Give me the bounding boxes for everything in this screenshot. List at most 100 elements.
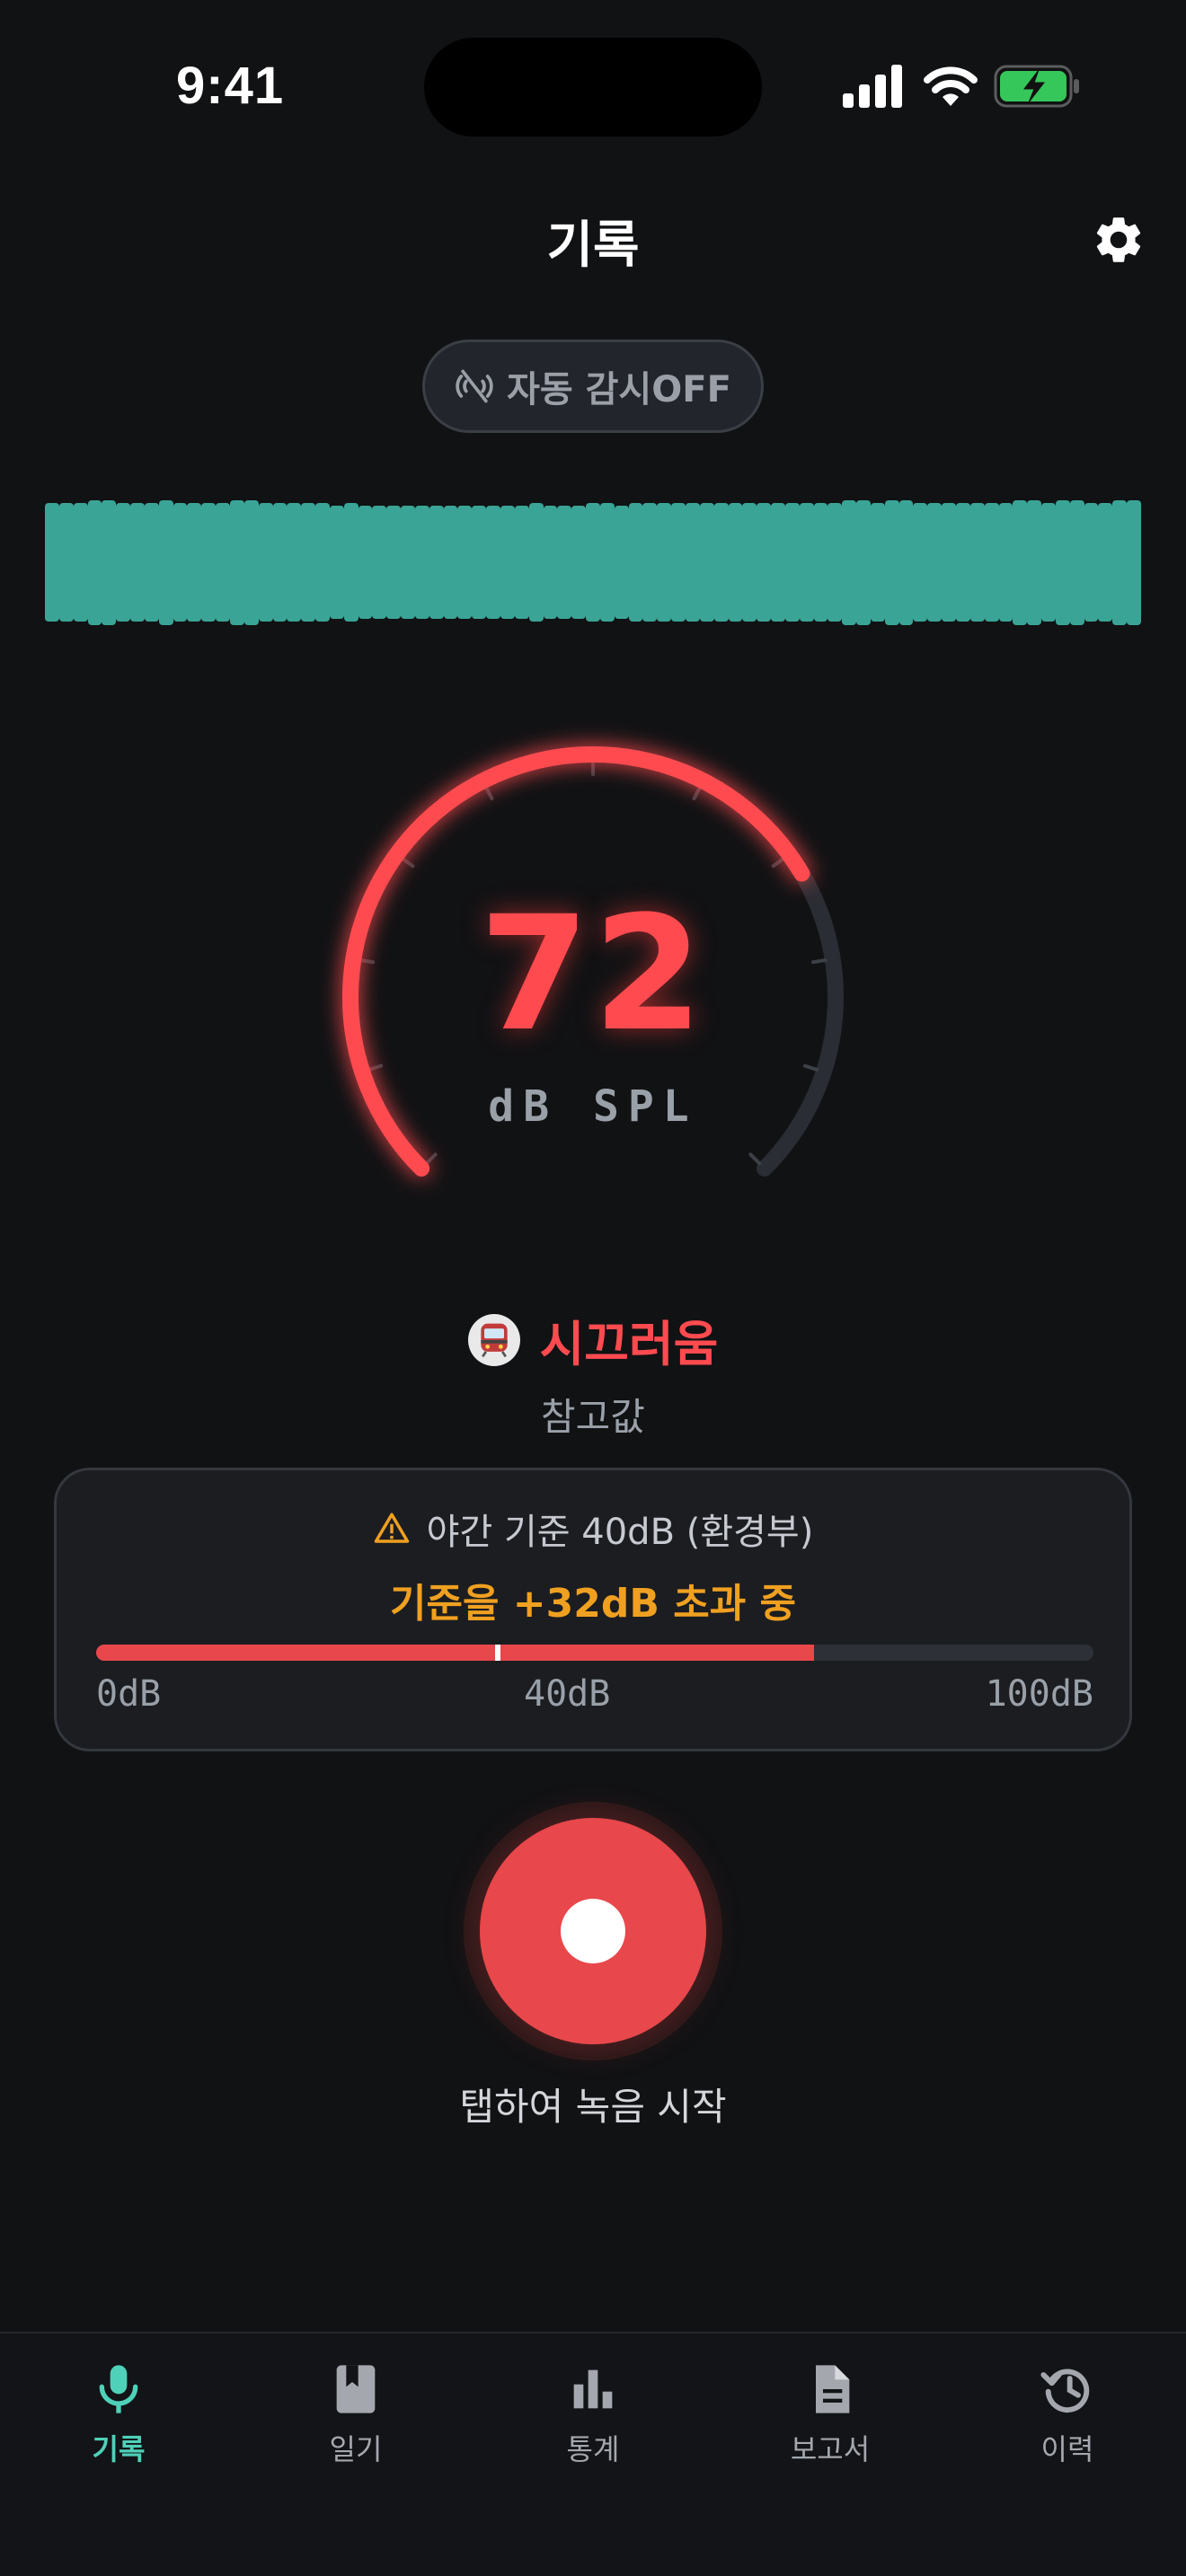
- tick-max: 100dB: [985, 1673, 1093, 1715]
- tab-label-record: 기록: [92, 2432, 146, 2466]
- standard-title: 야간 기준 40dB (환경부): [426, 1512, 814, 1553]
- gauge-tick: [484, 785, 494, 801]
- waveform-bar: [500, 506, 515, 619]
- mic-icon: [99, 2365, 138, 2413]
- waveform-bar: [1084, 503, 1099, 622]
- noise-level-row: 시끄러움: [0, 1304, 1186, 1375]
- waveform-bar: [144, 503, 159, 622]
- auto-monitor-label: 자동 감시OFF: [507, 369, 731, 410]
- waveform-bar: [671, 503, 686, 622]
- document-icon: [816, 2365, 850, 2413]
- waveform-bar: [969, 503, 985, 622]
- waveform-bar: [742, 503, 757, 622]
- waveform-bar: [956, 503, 970, 622]
- page-title: 기록: [546, 216, 640, 275]
- status-icons: [843, 65, 1079, 108]
- waveform-bar: [486, 506, 500, 619]
- waveform-bar: [856, 499, 871, 625]
- waveform-bar: [927, 503, 943, 622]
- tab-record[interactable]: 기록: [29, 2360, 208, 2486]
- noise-level-label: 시끄러움: [539, 1316, 719, 1372]
- waveform-bar: [414, 506, 429, 619]
- waveform-bar: [272, 503, 288, 622]
- waveform-bar: [942, 503, 956, 622]
- tab-history[interactable]: 이력: [978, 2360, 1157, 2486]
- waveform-bar: [685, 503, 700, 622]
- tab-stats[interactable]: 통계: [503, 2360, 683, 2486]
- waveform-bar: [842, 499, 857, 625]
- exceed-text: 기준을 +32dB 초과 중: [390, 1581, 796, 1627]
- waveform-bar: [372, 506, 387, 619]
- waveform: [45, 499, 1141, 625]
- tab-label-report: 보고서: [790, 2432, 871, 2466]
- waveform-bar: [1069, 499, 1084, 625]
- train-icon: [467, 1313, 520, 1366]
- waveform-bar: [728, 503, 743, 622]
- waveform-bar: [457, 506, 473, 619]
- tab-label-diary: 일기: [329, 2432, 383, 2466]
- gear-icon[interactable]: [1091, 212, 1146, 268]
- waveform-bar: [386, 506, 402, 619]
- waveform-bar: [1027, 499, 1042, 625]
- waveform-bar: [699, 503, 714, 622]
- bookmark-book-icon: [336, 2365, 376, 2413]
- waveform-bar: [586, 503, 600, 622]
- gauge-tick: [802, 1063, 819, 1072]
- level-bar-ticks: 0dB 40dB 100dB: [96, 1673, 1093, 1727]
- waveform-bar: [998, 503, 1013, 622]
- waveform-bar: [472, 506, 487, 619]
- wifi-icon: [924, 66, 978, 106]
- reference-label: 참고값: [541, 1395, 645, 1439]
- level-bar-fill: [96, 1645, 815, 1661]
- history-icon: [1040, 2369, 1090, 2413]
- gauge-tick: [692, 785, 702, 801]
- waveform-bar: [358, 506, 373, 619]
- waveform-bar: [771, 503, 785, 622]
- waveform-bar: [443, 506, 458, 619]
- waveform-bar: [187, 503, 202, 622]
- waveform-bar: [343, 503, 358, 622]
- waveform-bar: [713, 503, 729, 622]
- standard-card: 야간 기준 40dB (환경부) 기준을 +32dB 초과 중 0dB 40dB…: [54, 1468, 1132, 1751]
- waveform-bar: [201, 503, 217, 622]
- waveform-bar: [258, 503, 273, 622]
- tab-report[interactable]: 보고서: [740, 2360, 920, 2486]
- gauge-tick: [748, 1152, 762, 1166]
- waveform-bar: [1013, 499, 1028, 625]
- waveform-bar: [528, 503, 544, 622]
- waveform-bar: [913, 503, 928, 622]
- waveform-bar: [784, 503, 800, 622]
- waveform-bar: [1098, 503, 1113, 622]
- waveform-bar: [614, 506, 629, 619]
- record-dot-icon: [561, 1899, 625, 1963]
- waveform-bar: [287, 503, 302, 622]
- status-time: 9:41: [176, 57, 285, 115]
- tick-mid: 40dB: [524, 1673, 611, 1715]
- waveform-bar: [58, 503, 74, 622]
- waveform-bar: [116, 503, 131, 622]
- waveform-bar: [1112, 499, 1128, 625]
- waveform-bar: [642, 503, 658, 622]
- waveform-bar: [315, 503, 330, 622]
- waveform-bar: [229, 499, 244, 625]
- dynamic-island: [424, 38, 762, 137]
- gauge-unit: dB SPL: [488, 1081, 698, 1132]
- waveform-bar: [799, 503, 814, 622]
- bar-chart-icon: [573, 2369, 613, 2409]
- waveform-bar: [514, 506, 529, 619]
- waveform-bar: [401, 506, 415, 619]
- waveform-bar: [828, 503, 843, 622]
- waveform-bar: [329, 506, 344, 619]
- waveform-bar: [984, 503, 999, 622]
- waveform-bar: [898, 499, 914, 625]
- level-bar-track: [96, 1645, 1093, 1661]
- waveform-bar: [757, 503, 772, 622]
- waveform-bar: [571, 506, 587, 619]
- gauge-value: 72: [479, 882, 707, 1066]
- waveform-bar: [301, 503, 316, 622]
- waveform-bar: [429, 506, 444, 619]
- tab-diary[interactable]: 일기: [266, 2360, 446, 2486]
- auto-monitor-toggle[interactable]: 자동 감시OFF: [422, 340, 764, 433]
- waveform-bar: [813, 503, 828, 622]
- signal-icon: [843, 65, 902, 108]
